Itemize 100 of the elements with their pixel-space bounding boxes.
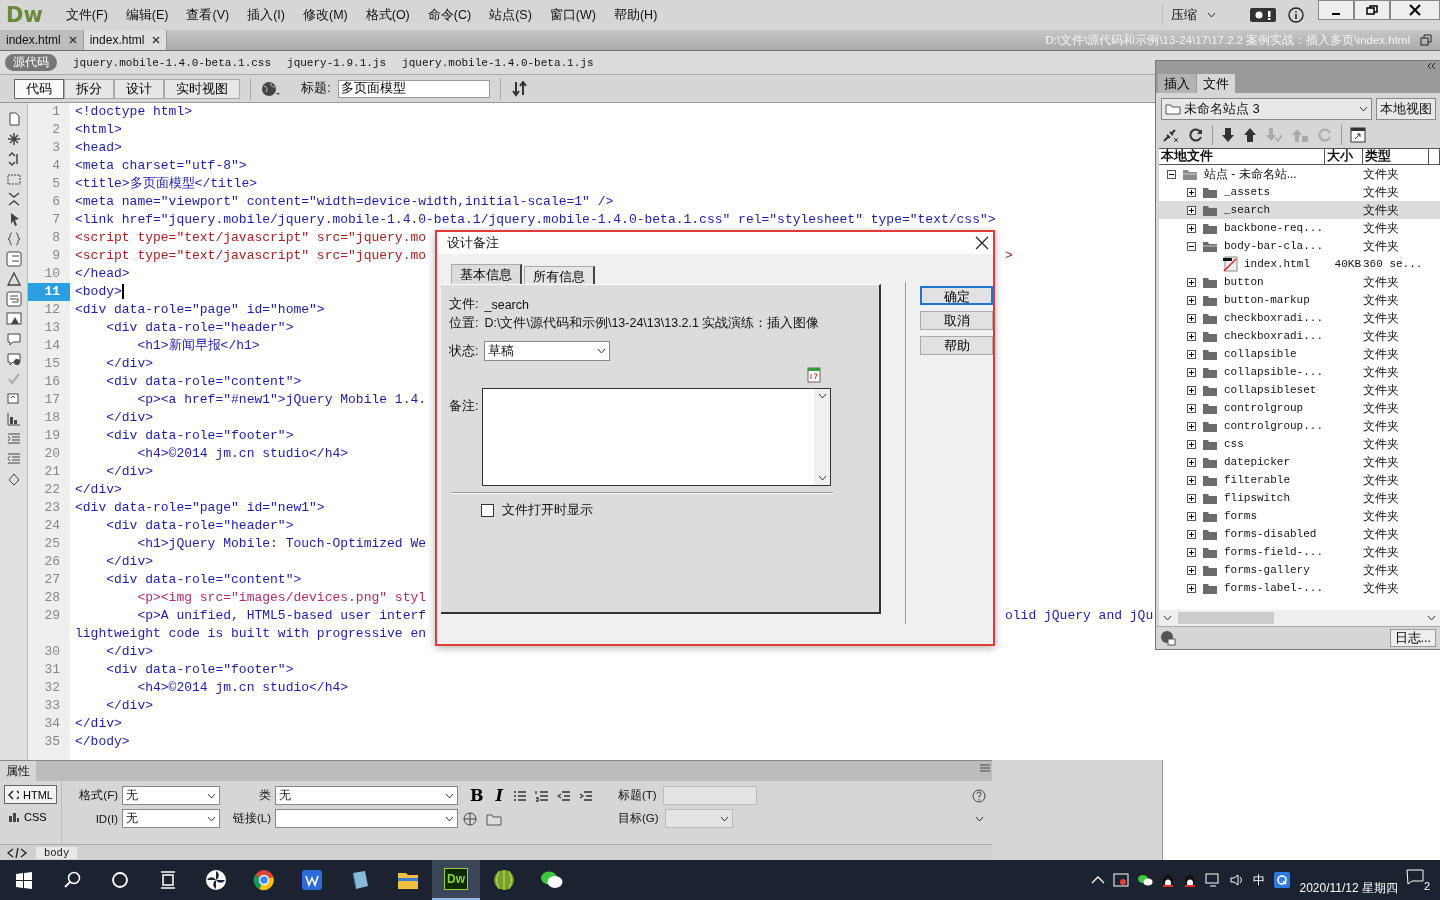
bold-button[interactable]: B <box>468 786 486 805</box>
caret-icon[interactable] <box>445 815 454 822</box>
check-in-lock-icon[interactable] <box>1291 127 1309 143</box>
download-arrow-icon[interactable] <box>1221 127 1235 143</box>
scroll-left-icon[interactable] <box>1163 615 1172 621</box>
app-tray-icon[interactable] <box>1113 872 1130 888</box>
outdent-icon[interactable] <box>557 789 571 802</box>
site-select[interactable]: 未命名站点 3 <box>1161 98 1372 120</box>
warning-icon[interactable] <box>5 271 22 287</box>
bullet-list-icon[interactable] <box>513 789 527 802</box>
file-tree-row[interactable]: controlgroup 文件夹 <box>1159 399 1440 417</box>
snippet-icon[interactable] <box>5 391 22 407</box>
menu-item[interactable]: 插入(I) <box>238 4 294 26</box>
collapse-toggle-icon[interactable] <box>1187 241 1196 251</box>
expand-toggle-icon[interactable] <box>1187 511 1196 521</box>
penguin-icon[interactable] <box>1161 872 1176 888</box>
close-icon[interactable] <box>68 36 77 44</box>
heading-field[interactable] <box>662 786 757 805</box>
expand-toggle-icon[interactable] <box>1187 529 1196 539</box>
panel-tab[interactable]: 文件 <box>1197 74 1235 93</box>
caret-icon[interactable] <box>1359 106 1368 112</box>
expand-toggle-icon[interactable] <box>1187 565 1196 575</box>
caret-icon[interactable] <box>207 815 216 822</box>
document-w-icon[interactable] <box>301 869 323 891</box>
html-file-icon[interactable] <box>1222 256 1238 272</box>
expand-icon[interactable] <box>975 815 984 822</box>
expand-toggle-icon[interactable] <box>1187 439 1196 449</box>
input-method[interactable]: 中 <box>1253 871 1266 889</box>
dreamweaver-icon[interactable]: Dw <box>444 868 468 890</box>
expand-toggle-icon[interactable] <box>1187 277 1196 287</box>
code-tag-icon[interactable] <box>6 846 28 859</box>
caret-icon[interactable] <box>597 348 607 354</box>
globe-log-icon[interactable] <box>1160 630 1176 646</box>
dialog-button[interactable]: 帮助 <box>920 336 993 355</box>
folder-icon[interactable] <box>1202 546 1218 558</box>
file-tree-row[interactable]: button 文件夹 <box>1159 273 1440 291</box>
task-view-icon[interactable] <box>159 871 177 889</box>
folder-icon[interactable] <box>1202 276 1218 288</box>
menu-item[interactable]: 帮助(H) <box>604 4 667 26</box>
expand-toggle-icon[interactable] <box>1187 385 1196 395</box>
file-tree-row[interactable]: forms-disabled 文件夹 <box>1159 525 1440 543</box>
windows-start-icon[interactable] <box>15 871 33 889</box>
italic-button[interactable]: I <box>493 786 505 805</box>
file-tree-row[interactable]: body-bar-cla... 文件夹 <box>1159 237 1440 255</box>
folder-icon[interactable] <box>1202 564 1218 576</box>
file-tree-row[interactable]: collapsible 文件夹 <box>1159 345 1440 363</box>
wrap-icon[interactable] <box>5 291 22 307</box>
menu-item[interactable]: 窗口(W) <box>540 4 605 26</box>
folder-icon[interactable] <box>1202 384 1218 396</box>
dialog-button[interactable]: 取消 <box>920 311 993 330</box>
file-tree-row[interactable]: button-markup 文件夹 <box>1159 291 1440 309</box>
close-icon[interactable] <box>975 236 989 250</box>
numbered-list-icon[interactable] <box>5 251 22 267</box>
expand-toggle-icon[interactable] <box>1187 457 1196 467</box>
document-tab[interactable]: index.html <box>83 30 168 50</box>
expand-toggle-icon[interactable] <box>1187 187 1196 197</box>
column-header[interactable]: 大小 <box>1325 149 1363 164</box>
expand-toggle-icon[interactable] <box>1187 493 1196 503</box>
file-tree-row[interactable]: filterable 文件夹 <box>1159 471 1440 489</box>
close-icon[interactable] <box>152 36 161 44</box>
folder-icon[interactable] <box>1202 222 1218 234</box>
target-icon[interactable] <box>462 810 478 827</box>
menu-item[interactable]: 站点(S) <box>480 4 541 26</box>
calendar-icon[interactable] <box>807 367 821 383</box>
numbered-list-icon[interactable] <box>535 789 549 802</box>
file-tree-row[interactable]: flipswitch 文件夹 <box>1159 489 1440 507</box>
expand-toggle-icon[interactable] <box>1187 205 1196 215</box>
view-button[interactable]: 拆分 <box>64 78 114 99</box>
preview-icon[interactable] <box>5 311 22 327</box>
folder-icon[interactable] <box>1202 510 1218 522</box>
notes-field[interactable] <box>482 388 832 486</box>
folder-icon[interactable] <box>1202 402 1218 414</box>
menu-item[interactable]: 格式(O) <box>356 4 419 26</box>
caret-icon[interactable] <box>719 815 729 822</box>
expand-toggle-icon[interactable] <box>1187 367 1196 377</box>
search-icon[interactable] <box>63 871 81 889</box>
info-icon[interactable] <box>1288 7 1304 23</box>
view-button[interactable]: 设计 <box>114 78 164 99</box>
menu-item[interactable]: 文件(F) <box>56 4 117 26</box>
mode-button[interactable]: HTML <box>4 785 57 804</box>
expand-toggle-icon[interactable] <box>1187 421 1196 431</box>
format-select[interactable]: 无 <box>122 786 220 805</box>
file-tree-row[interactable]: forms 文件夹 <box>1159 507 1440 525</box>
expand-toggle-icon[interactable] <box>1187 475 1196 485</box>
chat-bubbles-icon[interactable] <box>540 869 564 891</box>
menu-item[interactable]: 编辑(E) <box>116 4 178 26</box>
status-select[interactable]: 草稿 <box>484 341 611 361</box>
file-tree-row[interactable]: css 文件夹 <box>1159 435 1440 453</box>
collapse-toggle-icon[interactable] <box>1167 169 1176 179</box>
file-tree-row[interactable]: controlgroup... 文件夹 <box>1159 417 1440 435</box>
folder-icon[interactable] <box>1202 528 1218 540</box>
file-tree-row[interactable]: collapsibleset 文件夹 <box>1159 381 1440 399</box>
braces-icon[interactable] <box>5 231 22 247</box>
folder-icon[interactable] <box>1202 366 1218 378</box>
column-header[interactable]: 类型 <box>1363 149 1429 164</box>
folder-icon[interactable] <box>1202 294 1218 306</box>
expand-toggle-icon[interactable] <box>1187 295 1196 305</box>
related-file[interactable]: jquery.mobile-1.4.0-beta.1.css <box>73 56 272 69</box>
file-tree-row[interactable]: 站点 - 未命名站... 文件夹 <box>1159 165 1440 183</box>
file-tree-row[interactable]: index.html 40KB 360 se... <box>1159 255 1440 273</box>
